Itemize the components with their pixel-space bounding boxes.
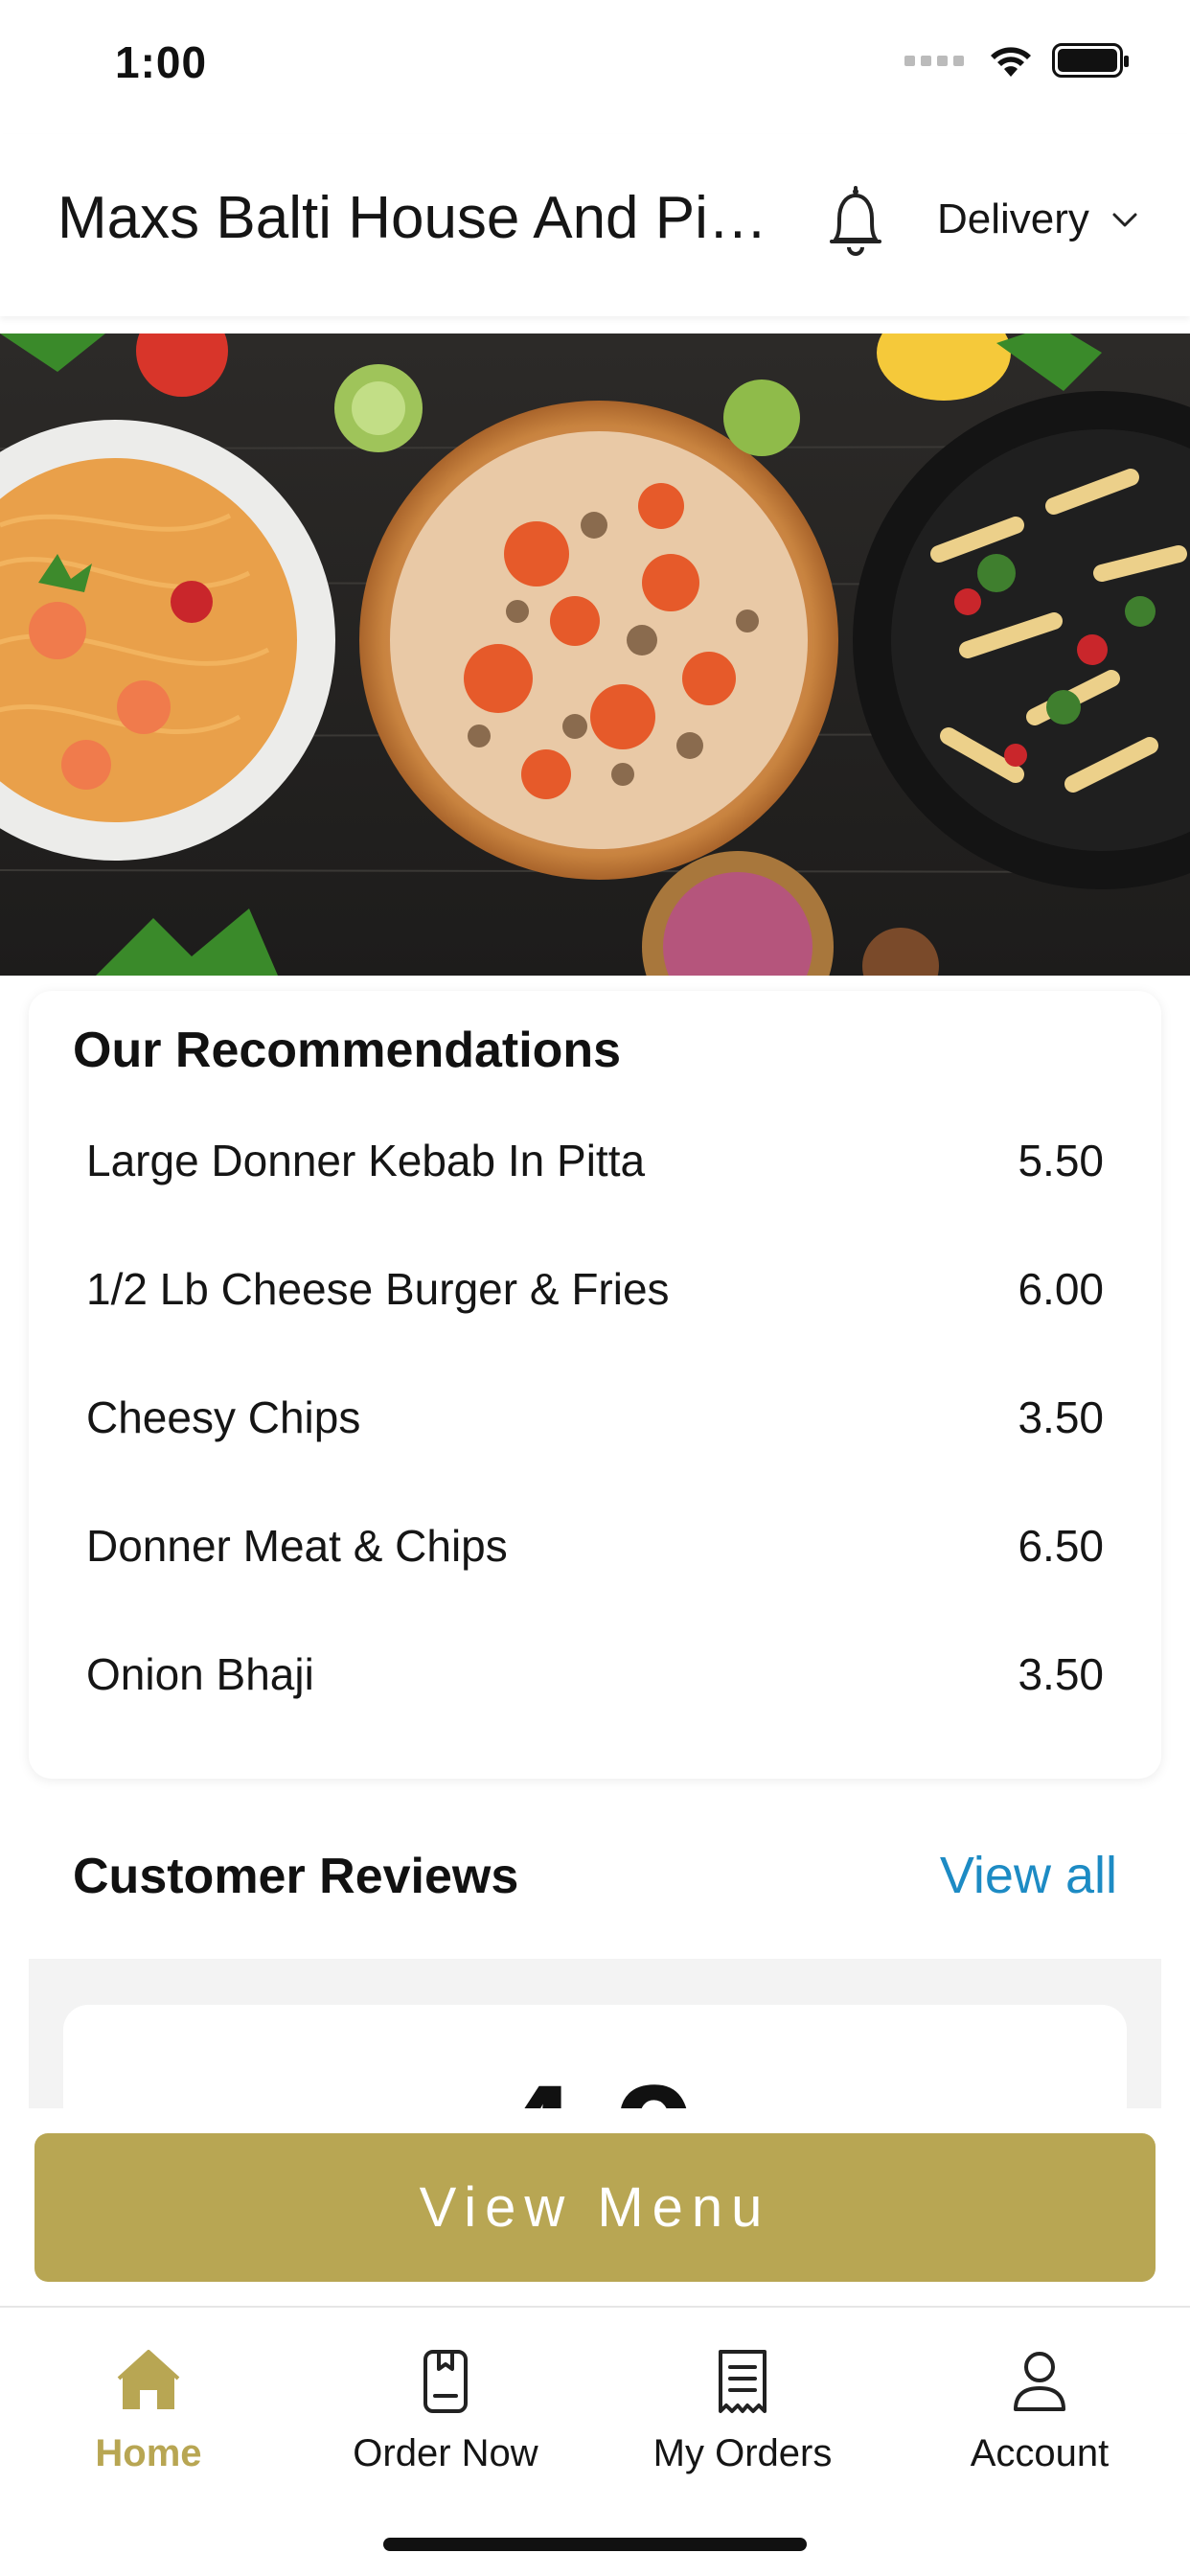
battery-icon — [1052, 43, 1129, 78]
tab-label: My Orders — [652, 2432, 833, 2474]
item-name: Donner Meat & Chips — [86, 1521, 508, 1571]
item-name: 1/2 Lb Cheese Burger & Fries — [86, 1264, 670, 1314]
item-price: 6.50 — [1018, 1521, 1104, 1571]
recommendations-card: Our Recommendations Large Donner Kebab I… — [29, 991, 1161, 1779]
order-icon — [423, 2350, 468, 2413]
cellular-signal-icon — [904, 55, 964, 66]
chevron-down-icon — [1112, 213, 1137, 227]
receipt-icon — [719, 2350, 767, 2413]
tab-account[interactable]: Account — [891, 2346, 1188, 2475]
user-icon — [1014, 2352, 1065, 2411]
item-price: 3.50 — [1018, 1392, 1104, 1442]
reviews-header: Customer Reviews View all — [29, 1794, 1161, 1959]
tab-order-now[interactable]: Order Now — [297, 2346, 594, 2475]
recommendation-item[interactable]: Cheesy Chips 3.50 — [86, 1392, 1104, 1520]
status-time: 1:00 — [115, 37, 208, 87]
item-name: Onion Bhaji — [86, 1649, 314, 1699]
home-icon — [117, 2350, 180, 2409]
status-indicators — [904, 42, 1129, 79]
tab-my-orders[interactable]: My Orders — [594, 2346, 891, 2475]
view-menu-button[interactable]: View Menu — [34, 2133, 1156, 2282]
item-name: Cheesy Chips — [86, 1392, 361, 1442]
item-price: 3.50 — [1018, 1649, 1104, 1699]
store-name: Maxs Balti House And Piz… — [57, 185, 786, 251]
status-bar: 1:00 — [0, 0, 1190, 134]
bottom-tab-bar: Home Order Now My Orders Account — [0, 2306, 1190, 2576]
recommendations-title: Our Recommendations — [73, 1023, 622, 1078]
app-header: Maxs Balti House And Piz… Delivery — [0, 134, 1190, 316]
item-price: 5.50 — [1018, 1136, 1104, 1185]
recommendation-item[interactable]: Large Donner Kebab In Pitta 5.50 — [86, 1135, 1104, 1263]
home-indicator — [383, 2538, 807, 2551]
tab-label: Order Now — [353, 2432, 538, 2474]
hero-food-banner — [0, 334, 1190, 976]
customer-reviews-card: Customer Reviews View all 4.9 — [29, 1794, 1161, 2110]
tab-home[interactable]: Home — [0, 2346, 297, 2475]
reviews-body: 4.9 — [29, 1959, 1161, 2110]
rating-summary: 4.9 — [63, 2005, 1127, 2110]
view-all-link[interactable]: View all — [940, 1846, 1117, 1905]
order-type-dropdown[interactable]: Delivery — [937, 196, 1139, 243]
average-rating: 4.9 — [63, 2053, 1127, 2110]
view-menu-bar: View Menu — [0, 2108, 1190, 2306]
recommendation-item[interactable]: 1/2 Lb Cheese Burger & Fries 6.00 — [86, 1263, 1104, 1392]
item-name: Large Donner Kebab In Pitta — [86, 1136, 646, 1185]
order-type-label: Delivery — [937, 196, 1089, 242]
reviews-title: Customer Reviews — [73, 1849, 519, 1904]
item-price: 6.00 — [1018, 1264, 1104, 1314]
bell-icon[interactable] — [822, 184, 889, 261]
recommendations-list: Large Donner Kebab In Pitta 5.50 1/2 Lb … — [86, 1135, 1104, 1777]
recommendation-item[interactable]: Donner Meat & Chips 6.50 — [86, 1520, 1104, 1648]
wifi-icon — [991, 47, 1031, 77]
tab-label: Account — [970, 2432, 1110, 2474]
recommendation-item[interactable]: Onion Bhaji 3.50 — [86, 1648, 1104, 1777]
tab-label: Home — [95, 2432, 202, 2474]
